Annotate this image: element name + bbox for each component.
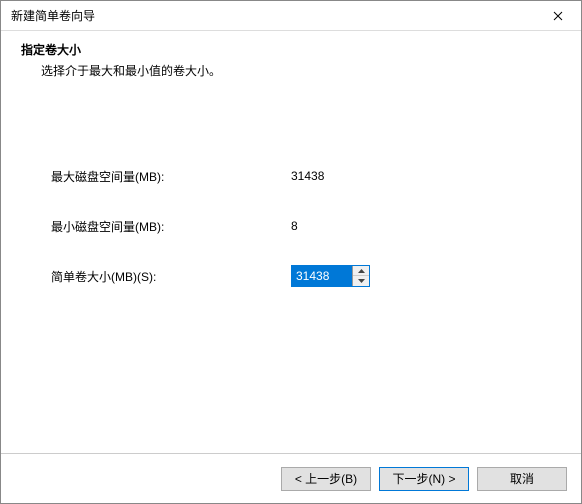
wizard-header: 指定卷大小 选择介于最大和最小值的卷大小。	[1, 31, 581, 95]
max-space-value: 31438	[291, 169, 324, 183]
window-title: 新建简单卷向导	[11, 7, 95, 24]
page-heading: 指定卷大小	[21, 41, 561, 58]
spinner-up-button[interactable]	[353, 266, 369, 276]
close-button[interactable]	[535, 1, 581, 31]
max-space-label: 最大磁盘空间量(MB):	[51, 168, 291, 185]
wizard-window: 新建简单卷向导 指定卷大小 选择介于最大和最小值的卷大小。 最大磁盘空间量(MB…	[0, 0, 582, 504]
min-space-value: 8	[291, 219, 298, 233]
back-button[interactable]: < 上一步(B)	[281, 467, 371, 491]
wizard-content: 最大磁盘空间量(MB): 31438 最小磁盘空间量(MB): 8 简单卷大小(…	[1, 95, 581, 453]
volume-size-input[interactable]	[292, 266, 352, 286]
spinner-buttons	[352, 266, 369, 286]
spinner-down-button[interactable]	[353, 276, 369, 286]
max-space-row: 最大磁盘空间量(MB): 31438	[51, 165, 541, 187]
page-subheading: 选择介于最大和最小值的卷大小。	[41, 62, 561, 79]
titlebar: 新建简单卷向导	[1, 1, 581, 31]
cancel-button[interactable]: 取消	[477, 467, 567, 491]
close-icon	[553, 11, 563, 21]
wizard-footer: < 上一步(B) 下一步(N) > 取消	[1, 453, 581, 503]
chevron-up-icon	[358, 269, 365, 273]
chevron-down-icon	[358, 279, 365, 283]
min-space-label: 最小磁盘空间量(MB):	[51, 218, 291, 235]
next-button[interactable]: 下一步(N) >	[379, 467, 469, 491]
volume-size-label: 简单卷大小(MB)(S):	[51, 268, 291, 285]
volume-size-row: 简单卷大小(MB)(S):	[51, 265, 541, 287]
volume-size-spinner	[291, 265, 370, 287]
min-space-row: 最小磁盘空间量(MB): 8	[51, 215, 541, 237]
